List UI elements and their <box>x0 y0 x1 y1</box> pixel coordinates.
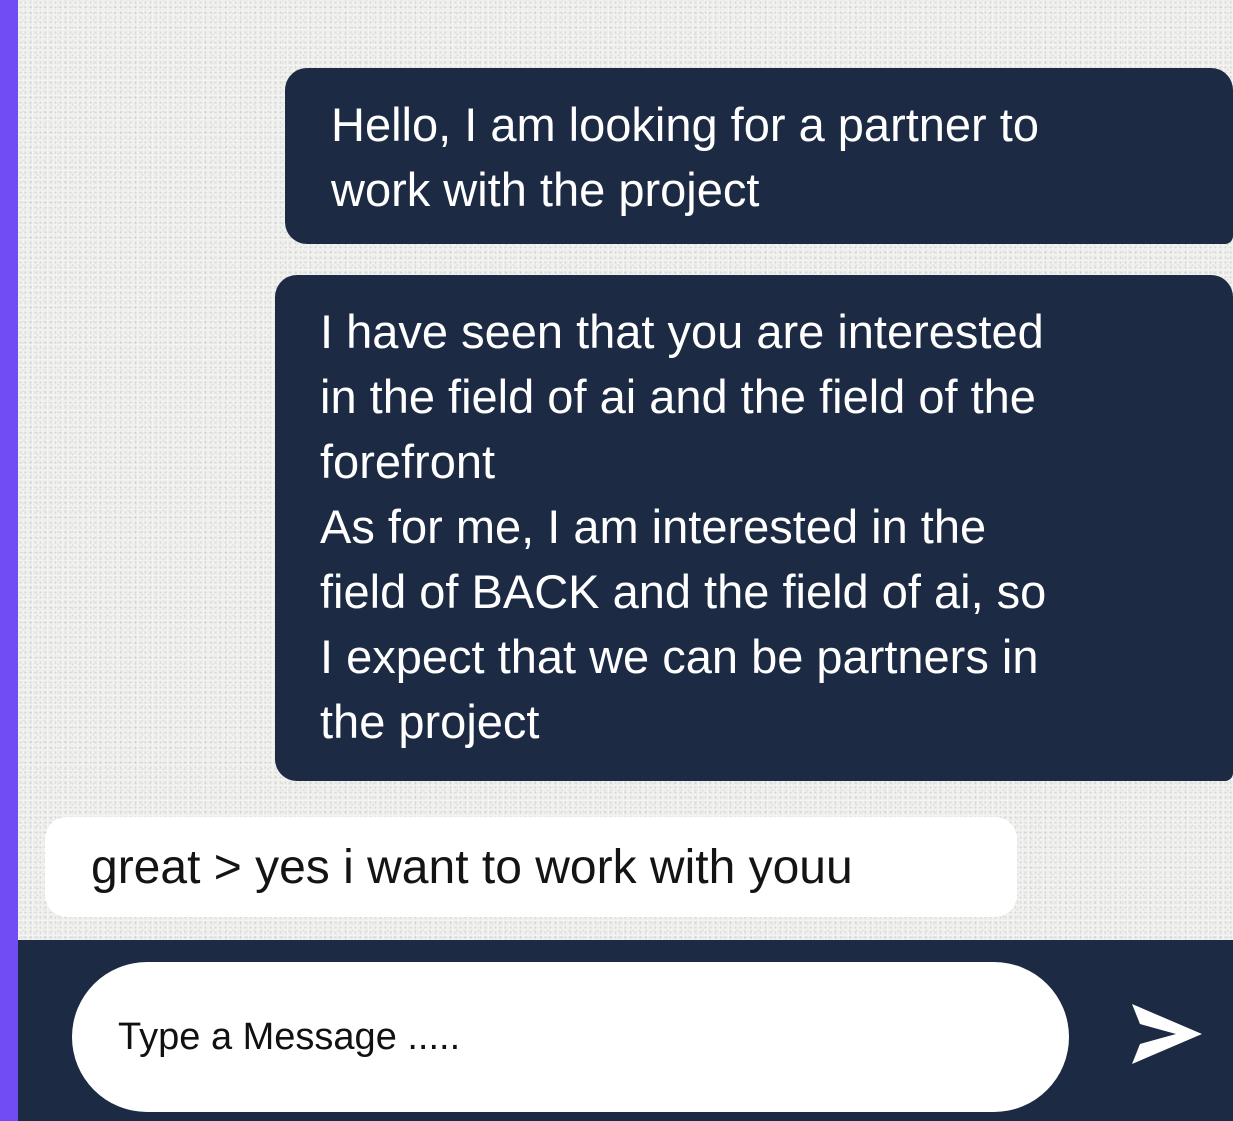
message-input[interactable] <box>118 1007 1018 1067</box>
send-button[interactable] <box>1118 1000 1208 1072</box>
chat-window: Hello, I am looking for a partner to wor… <box>18 0 1233 1121</box>
send-icon <box>1132 1004 1202 1064</box>
message-input-container[interactable] <box>72 962 1069 1112</box>
sent-message: Hello, I am looking for a partner to wor… <box>285 68 1233 244</box>
received-message: great > yes i want to work with youu <box>45 817 1017 917</box>
sent-message: I have seen that you are interested in t… <box>275 275 1233 781</box>
message-composer <box>18 940 1233 1121</box>
